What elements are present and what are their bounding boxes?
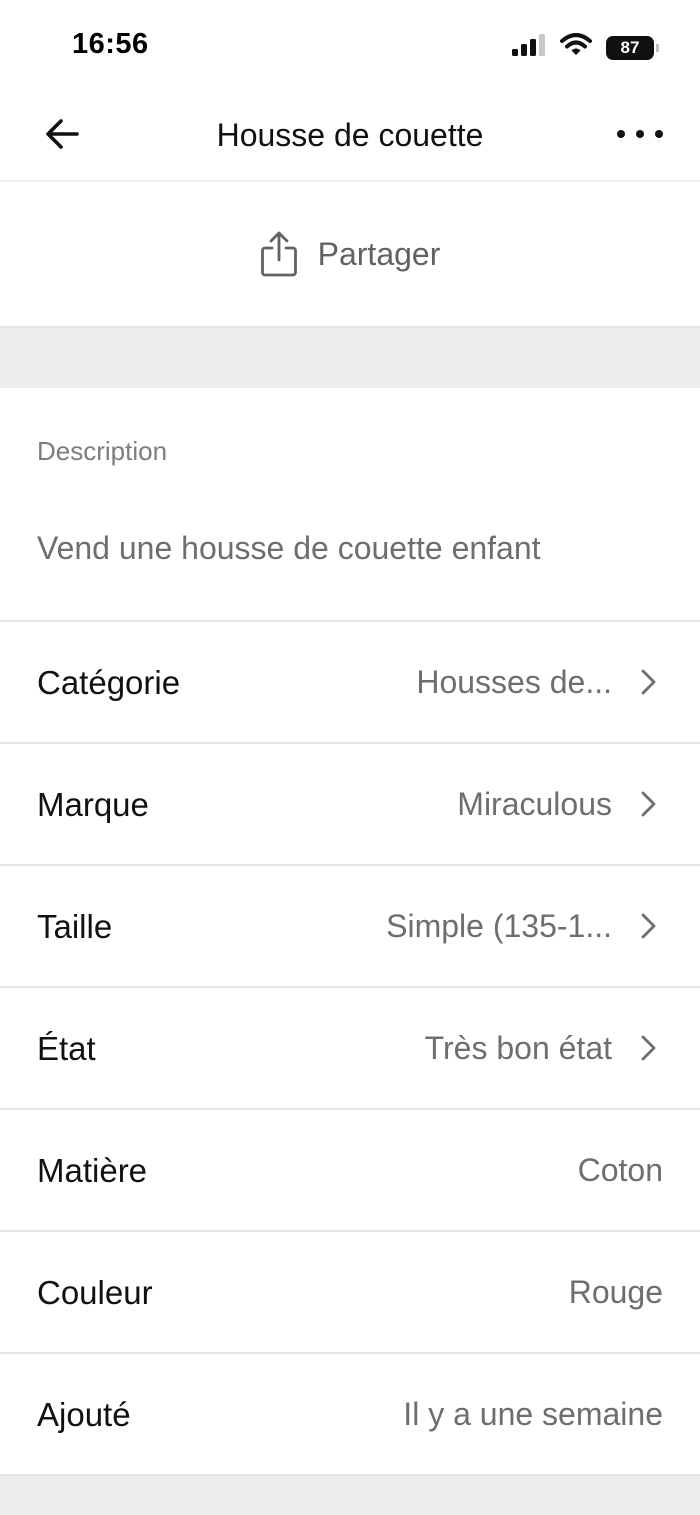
share-label: Partager (317, 235, 441, 272)
attribute-label: Matière (37, 1152, 148, 1189)
attribute-label: Catégorie (37, 664, 181, 701)
share-icon (260, 231, 297, 277)
attribute-row-taille[interactable]: Taille Simple (135-1... (0, 866, 700, 988)
attribute-label: Marque (37, 786, 149, 823)
chevron-right-icon (641, 913, 656, 939)
description-text: Vend une housse de couette enfant (37, 530, 541, 566)
description-section: Description Vend une housse de couette e… (0, 388, 700, 622)
attribute-value: Miraculous (457, 786, 612, 822)
page-title: Housse de couette (216, 117, 484, 153)
attribute-value: Housses de... (416, 664, 612, 700)
more-horizontal-icon (617, 130, 663, 138)
attribute-value: Il y a une semaine (403, 1396, 663, 1432)
attribute-row-etat[interactable]: État Très bon état (0, 988, 700, 1110)
description-heading: Description (37, 436, 168, 466)
section-separator (0, 1476, 700, 1515)
attribute-row-couleur: Couleur Rouge (0, 1232, 700, 1354)
attribute-row-categorie[interactable]: Catégorie Housses de... (0, 622, 700, 744)
status-icons: 87 (512, 33, 659, 62)
more-options-button[interactable] (614, 112, 666, 156)
attribute-label: Taille (37, 908, 113, 945)
share-button[interactable]: Partager (0, 182, 700, 328)
attribute-value: Rouge (568, 1274, 663, 1310)
chevron-right-icon (641, 791, 656, 817)
attribute-label: État (37, 1030, 96, 1067)
nav-bar: Housse de couette (0, 90, 700, 182)
cellular-signal-icon (512, 34, 546, 61)
chevron-right-icon (641, 1035, 656, 1061)
wifi-icon (560, 33, 592, 62)
attribute-value: Coton (577, 1152, 663, 1188)
attribute-value: Simple (135-1... (386, 908, 612, 944)
attribute-value: Très bon état (424, 1030, 612, 1066)
status-time: 16:56 (72, 28, 149, 60)
attribute-row-marque[interactable]: Marque Miraculous (0, 744, 700, 866)
attribute-row-matiere: Matière Coton (0, 1110, 700, 1232)
status-bar: 16:56 87 (0, 0, 700, 90)
attribute-label: Couleur (37, 1274, 153, 1311)
section-separator (0, 328, 700, 388)
battery-icon: 87 (606, 35, 659, 60)
attribute-row-ajoute: Ajouté Il y a une semaine (0, 1354, 700, 1476)
chevron-right-icon (641, 669, 656, 695)
attribute-label: Ajouté (37, 1396, 131, 1433)
